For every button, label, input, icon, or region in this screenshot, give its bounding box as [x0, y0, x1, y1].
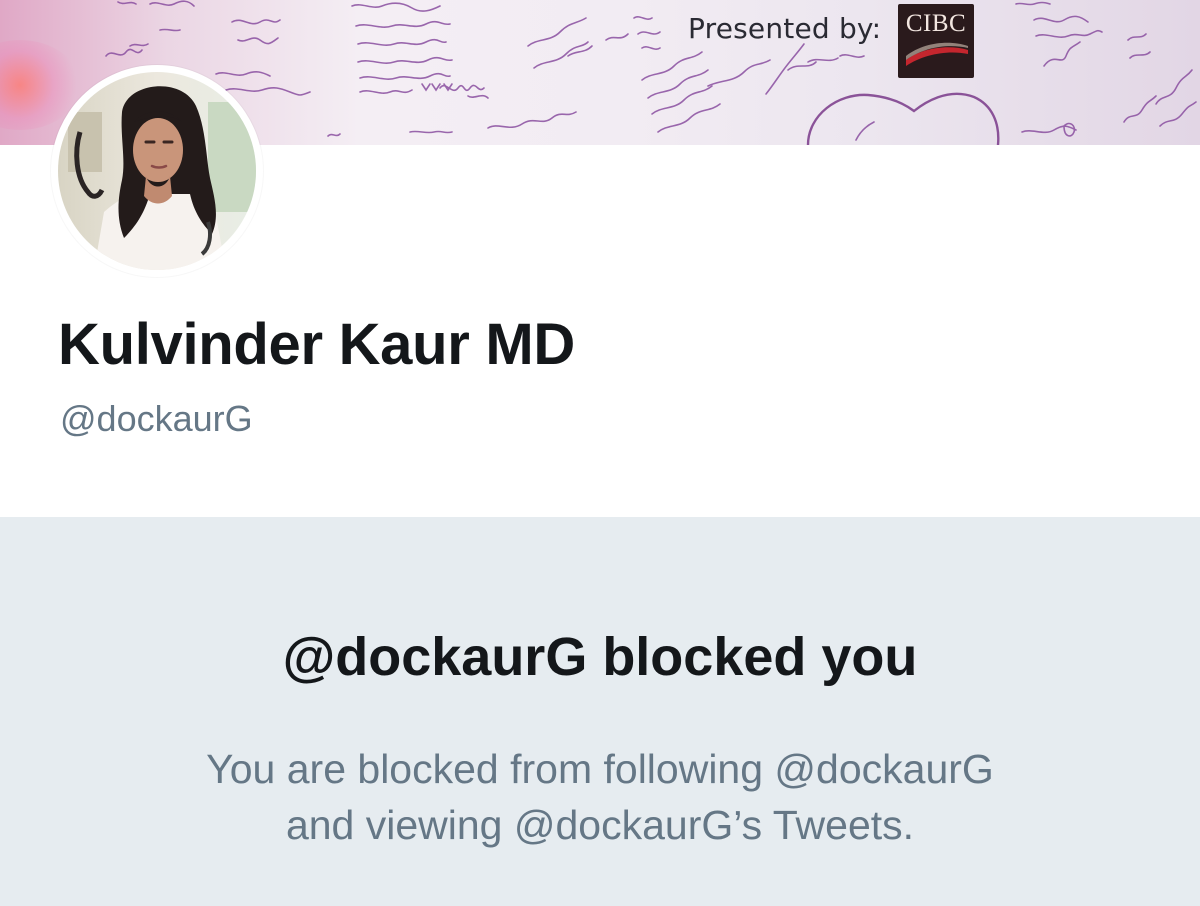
- blocked-description-line-1: You are blocked from following @dockaurG: [206, 746, 994, 792]
- blocked-description-line-2: and viewing @dockaurG’s Tweets.: [285, 802, 915, 848]
- profile-handle: @dockaurG: [60, 398, 253, 439]
- profile-display-name: Kulvinder Kaur MD: [58, 312, 575, 377]
- cibc-swoosh-icon: [906, 42, 968, 66]
- cibc-logo: CIBC: [898, 4, 974, 78]
- presented-by-text: Presented by:: [688, 12, 882, 45]
- blocked-description: You are blocked from following @dockaurG…: [100, 741, 1100, 853]
- blocked-title: @dockaurG blocked you: [282, 627, 918, 687]
- blocked-notice-panel: @dockaurG blocked you You are blocked fr…: [0, 517, 1200, 906]
- profile-page: Presented by: CIBC Kulvinder Kaur MD @do…: [0, 0, 1200, 906]
- avatar-photo: [58, 72, 256, 270]
- profile-avatar[interactable]: [51, 65, 263, 277]
